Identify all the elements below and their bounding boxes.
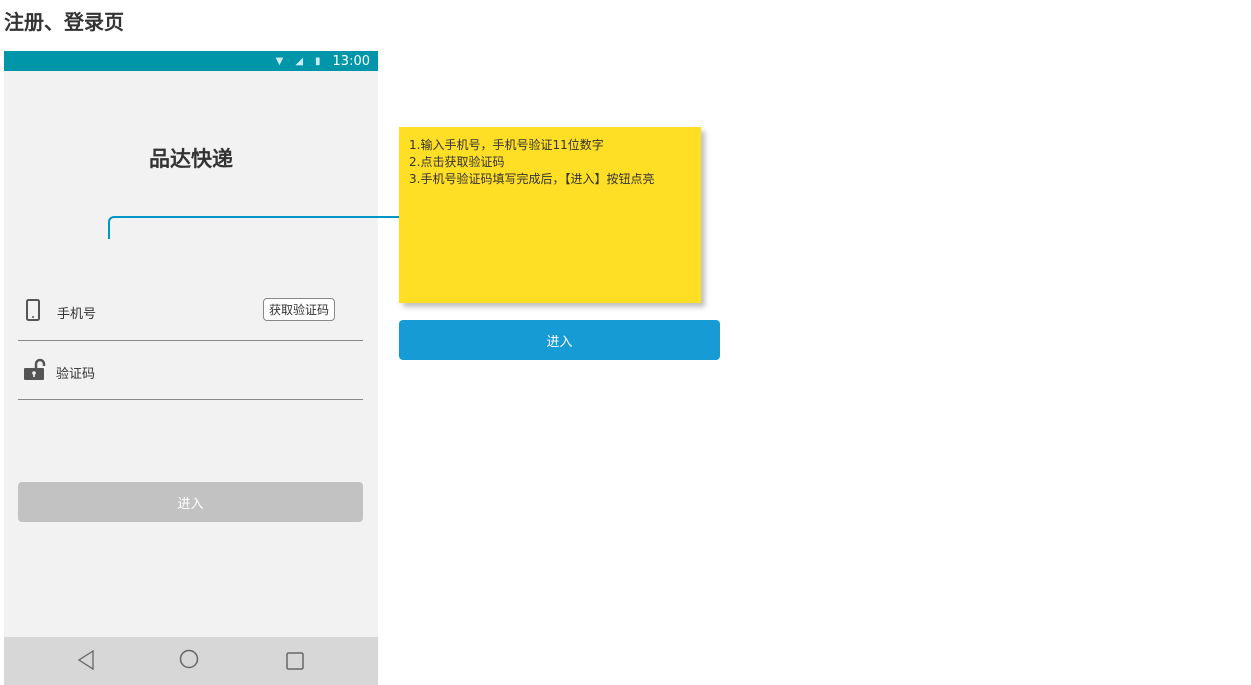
- phone-mockup: ▼ ◢ ▮ 13:00 品达快递 手机号 获取验证码 验证码 进入: [4, 51, 378, 685]
- phone-divider: [18, 340, 363, 341]
- page-title: 注册、登录页: [4, 10, 124, 34]
- get-code-button[interactable]: 获取验证码: [263, 298, 335, 321]
- battery-icon: ▮: [315, 55, 321, 67]
- status-bar: ▼ ◢ ▮ 13:00: [4, 51, 378, 71]
- note-line: 2.点击获取验证码: [409, 155, 505, 169]
- annotation-connector: [108, 216, 400, 239]
- home-icon[interactable]: [178, 649, 200, 671]
- recents-icon[interactable]: [285, 651, 307, 673]
- code-input[interactable]: 验证码: [56, 363, 95, 382]
- enter-button-disabled[interactable]: 进入: [18, 482, 363, 522]
- phone-input[interactable]: 手机号: [57, 303, 96, 322]
- enter-button-active[interactable]: 进入: [399, 320, 720, 360]
- note-line: 1.输入手机号，手机号验证11位数字: [409, 138, 604, 152]
- app-name: 品达快递: [149, 147, 233, 171]
- code-divider: [18, 399, 363, 400]
- wifi-icon: ▼: [275, 55, 284, 67]
- note-line: 3.手机号验证码填写完成后，【进入】按钮点亮: [409, 172, 655, 186]
- back-icon[interactable]: [76, 649, 96, 671]
- unlock-icon: [24, 358, 46, 380]
- navigation-bar: [4, 637, 378, 685]
- mobile-phone-icon: [26, 299, 40, 321]
- signal-icon: ◢: [295, 55, 304, 67]
- status-time: 13:00: [332, 53, 370, 69]
- annotation-note: 1.输入手机号，手机号验证11位数字 2.点击获取验证码 3.手机号验证码填写完…: [399, 127, 701, 303]
